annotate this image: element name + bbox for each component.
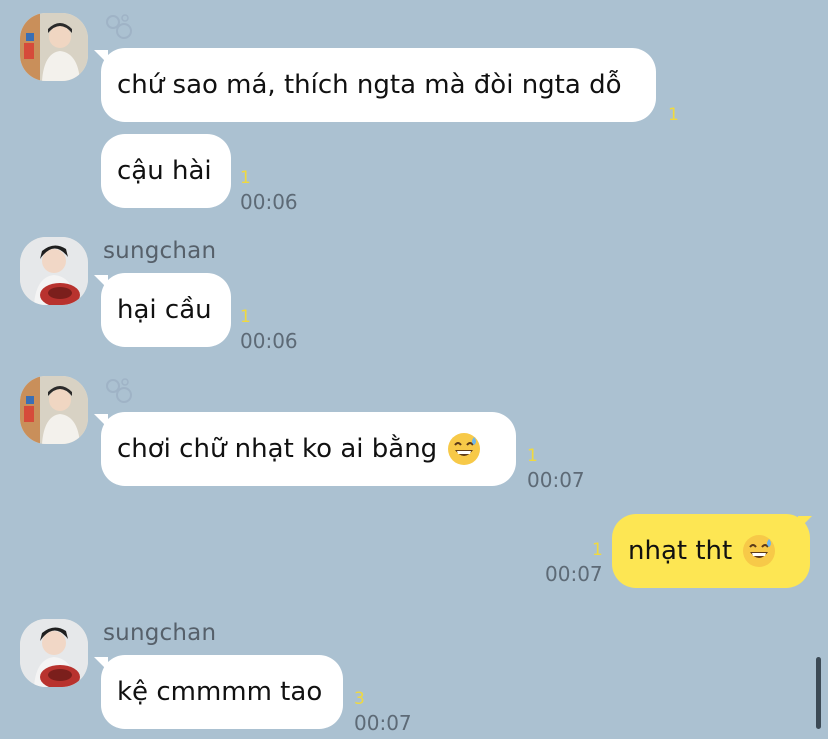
message-timestamp: 00:07 xyxy=(354,711,412,735)
unread-count: 3 xyxy=(354,689,365,709)
message-bubble[interactable]: kệ cmmmm tao xyxy=(101,655,343,729)
message-bubble[interactable]: hại cầu xyxy=(101,273,231,347)
message-text: kệ cmmmm tao xyxy=(117,677,323,707)
message-timestamp: 00:06 xyxy=(240,329,298,353)
message-bubble[interactable]: chơi chữ nhạt ko ai bằng xyxy=(101,412,516,486)
message-text: chơi chữ nhạt ko ai bằng xyxy=(117,434,438,464)
sender-name: sungchan xyxy=(103,620,217,646)
message-bubble[interactable]: cậu hài xyxy=(101,134,231,208)
message-timestamp: 00:07 xyxy=(545,562,603,586)
message-text: hại cầu xyxy=(117,295,212,325)
unread-count: 1 xyxy=(527,446,538,466)
unread-count: 1 xyxy=(668,105,679,125)
grinning-face-with-sweat-emoji xyxy=(447,432,481,466)
bubbles-icon xyxy=(104,376,134,408)
avatar-sender-1[interactable] xyxy=(20,376,88,444)
unread-count: 1 xyxy=(240,307,251,327)
bubbles-icon xyxy=(104,12,134,44)
message-text: chứ sao má, thích ngta mà đòi ngta dỗ xyxy=(117,70,622,100)
avatar-sender-1[interactable] xyxy=(20,13,88,81)
message-bubble-outgoing[interactable]: nhạt tht xyxy=(612,514,810,588)
unread-count: 1 xyxy=(592,540,603,560)
avatar-sungchan[interactable] xyxy=(20,619,88,687)
sender-name: sungchan xyxy=(103,238,217,264)
message-bubble[interactable]: chứ sao má, thích ngta mà đòi ngta dỗ xyxy=(101,48,656,122)
avatar-sungchan[interactable] xyxy=(20,237,88,305)
message-text: cậu hài xyxy=(117,156,212,186)
grinning-face-with-sweat-emoji xyxy=(742,534,776,568)
message-timestamp: 00:07 xyxy=(527,468,585,492)
unread-count: 1 xyxy=(240,168,251,188)
message-timestamp: 00:06 xyxy=(240,190,298,214)
scrollbar[interactable] xyxy=(816,657,821,729)
message-text: nhạt tht xyxy=(628,536,733,566)
